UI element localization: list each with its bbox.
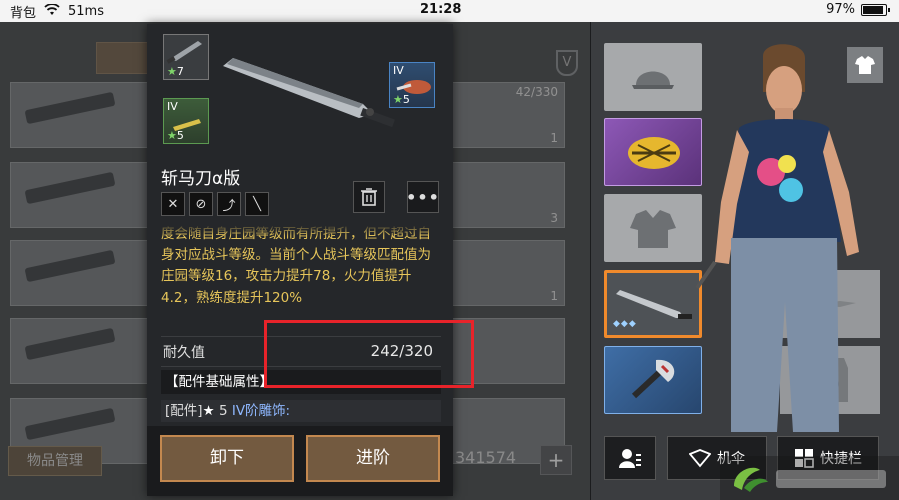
- jacket-icon: [630, 210, 676, 248]
- helmet-slot[interactable]: [604, 43, 702, 111]
- tile-count: 42/330: [515, 85, 558, 99]
- item-thumbnail: [24, 407, 116, 441]
- accessory-stars: 5: [218, 403, 228, 419]
- battery-fill: [863, 5, 884, 14]
- feature-icons: ✕ ⊘ ⤴ ╲: [161, 192, 269, 216]
- star-icon: ★: [202, 403, 215, 419]
- delete-button[interactable]: [353, 181, 385, 213]
- inventory-manage-button[interactable]: 物品管理: [8, 446, 102, 476]
- cap-icon: [632, 71, 674, 89]
- unequip-button[interactable]: 卸下: [160, 435, 294, 482]
- add-currency-button[interactable]: +: [540, 445, 572, 475]
- item-thumbnail: [24, 91, 116, 125]
- vip-badge: V: [556, 50, 578, 76]
- character-avatar: [691, 42, 891, 442]
- tile-number: 1: [550, 131, 558, 145]
- battery-percent: 97%: [826, 2, 855, 17]
- attachment-slot-bottom[interactable]: IV ★5: [163, 98, 209, 144]
- equipment-panel: ◆◆◆ 机伞 快捷栏: [591, 22, 899, 500]
- item-thumbnail: [24, 327, 116, 361]
- wifi-icon: [44, 2, 60, 20]
- slot-stars: 5: [176, 129, 184, 142]
- network-latency: 51ms: [68, 4, 104, 19]
- attachment-slot-top[interactable]: ★7: [163, 34, 209, 80]
- tile-number: 3: [550, 211, 558, 225]
- divider: [161, 366, 441, 367]
- accessory-tier: IV阶雕饰:: [231, 403, 291, 419]
- crossed-tools-icon: ✕: [161, 192, 185, 216]
- melee-weapon-slot[interactable]: ◆◆◆: [604, 270, 702, 338]
- clock: 21:28: [420, 2, 462, 17]
- more-options-button[interactable]: •••: [406, 181, 439, 213]
- hook-icon: ⤴: [217, 192, 241, 216]
- attribute-header: 【配件基础属性】: [161, 370, 441, 394]
- durability-label: 耐久值: [163, 345, 205, 361]
- profile-button[interactable]: [604, 436, 656, 480]
- accessory-line: [配件]★ 5 IV阶雕饰:: [161, 400, 441, 422]
- trash-icon: [361, 188, 377, 206]
- no-gun-icon: ⊘: [189, 192, 213, 216]
- mask-icon: [628, 137, 680, 169]
- tile-number: 1: [550, 289, 558, 303]
- user-card-icon: [619, 449, 641, 468]
- slot-dots: ◆◆◆: [613, 319, 637, 329]
- durability-value: 242/320: [370, 342, 433, 360]
- advance-button[interactable]: 进阶: [306, 435, 440, 482]
- glider-icon: [689, 449, 711, 468]
- currency-amount: 341574: [455, 448, 517, 467]
- item-description[interactable]: 度会随自身庄园等级而有所提升，但不超过自身对应战斗等级。当前个人战斗等级匹配值为…: [161, 224, 443, 332]
- divider: [161, 336, 441, 337]
- item-description-text: 度会随自身庄园等级而有所提升，但不超过自身对应战斗等级。当前个人战斗等级匹配值为…: [161, 226, 431, 306]
- sword-icon: ╲: [245, 192, 269, 216]
- accessory-prefix: [配件]: [165, 403, 203, 419]
- status-bar: 背包 51ms 21:28 97%: [0, 0, 899, 22]
- slot-stars: 7: [176, 65, 184, 78]
- clothes-slot[interactable]: [604, 194, 702, 262]
- knife-icon: [166, 41, 202, 64]
- secondary-weapon-slot[interactable]: [604, 346, 702, 414]
- slot-stars: 5: [402, 93, 410, 106]
- watermark-logo: [720, 456, 899, 500]
- item-thumbnail: [24, 249, 116, 283]
- carrier-label: 背包: [10, 6, 37, 21]
- battery-icon: [861, 3, 890, 16]
- item-thumbnail: [24, 171, 116, 205]
- axe-icon: [631, 359, 675, 399]
- blade-icon: [213, 52, 403, 132]
- item-name: 斩马刀α版: [161, 169, 241, 189]
- item-detail-panel: ★7 IV ★5 IV ★5 斩马刀α版 ✕ ⊘ ⤴ ╲ ••• 度会随自身庄园…: [147, 24, 453, 496]
- mask-slot[interactable]: [604, 118, 702, 186]
